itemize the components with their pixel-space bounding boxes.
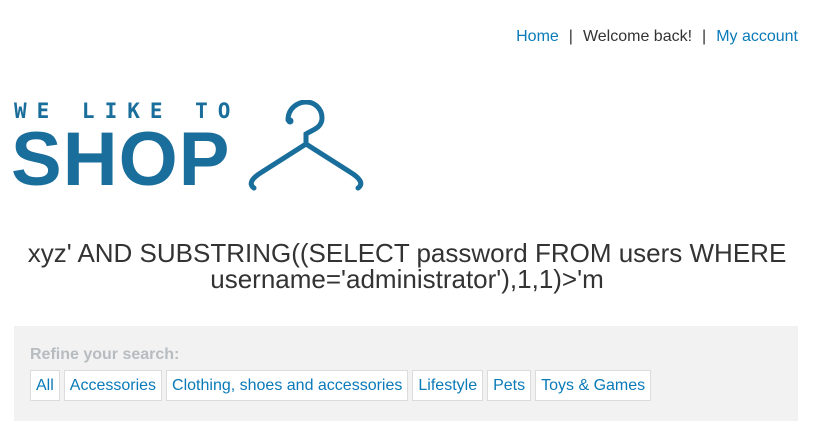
filter-list: All Accessories Clothing, shoes and acce… bbox=[30, 370, 652, 401]
search-results-title: xyz' AND SUBSTRING((SELECT password FROM… bbox=[27, 238, 787, 294]
filter-toys-games[interactable]: Toys & Games bbox=[535, 370, 652, 401]
nav-home-link[interactable]: Home bbox=[516, 28, 559, 45]
nav-separator: | bbox=[702, 28, 707, 45]
filter-pets[interactable]: Pets bbox=[487, 370, 532, 401]
top-nav: Home | Welcome back! | My account bbox=[516, 28, 798, 46]
site-logo[interactable]: WE LIKE TO SHOP bbox=[11, 100, 366, 198]
filter-lifestyle[interactable]: Lifestyle bbox=[412, 370, 484, 401]
filter-clothing[interactable]: Clothing, shoes and accessories bbox=[166, 370, 409, 401]
refine-panel: Refine your search: All Accessories Clot… bbox=[14, 326, 798, 421]
nav-separator: | bbox=[568, 28, 573, 45]
hanger-icon bbox=[248, 100, 364, 191]
welcome-text: Welcome back! bbox=[582, 28, 693, 45]
logo-wordmark: SHOP bbox=[11, 117, 231, 202]
refine-label: Refine your search: bbox=[30, 346, 180, 363]
nav-my-account-link[interactable]: My account bbox=[716, 28, 798, 45]
filter-accessories[interactable]: Accessories bbox=[63, 370, 163, 401]
filter-all[interactable]: All bbox=[30, 370, 60, 401]
